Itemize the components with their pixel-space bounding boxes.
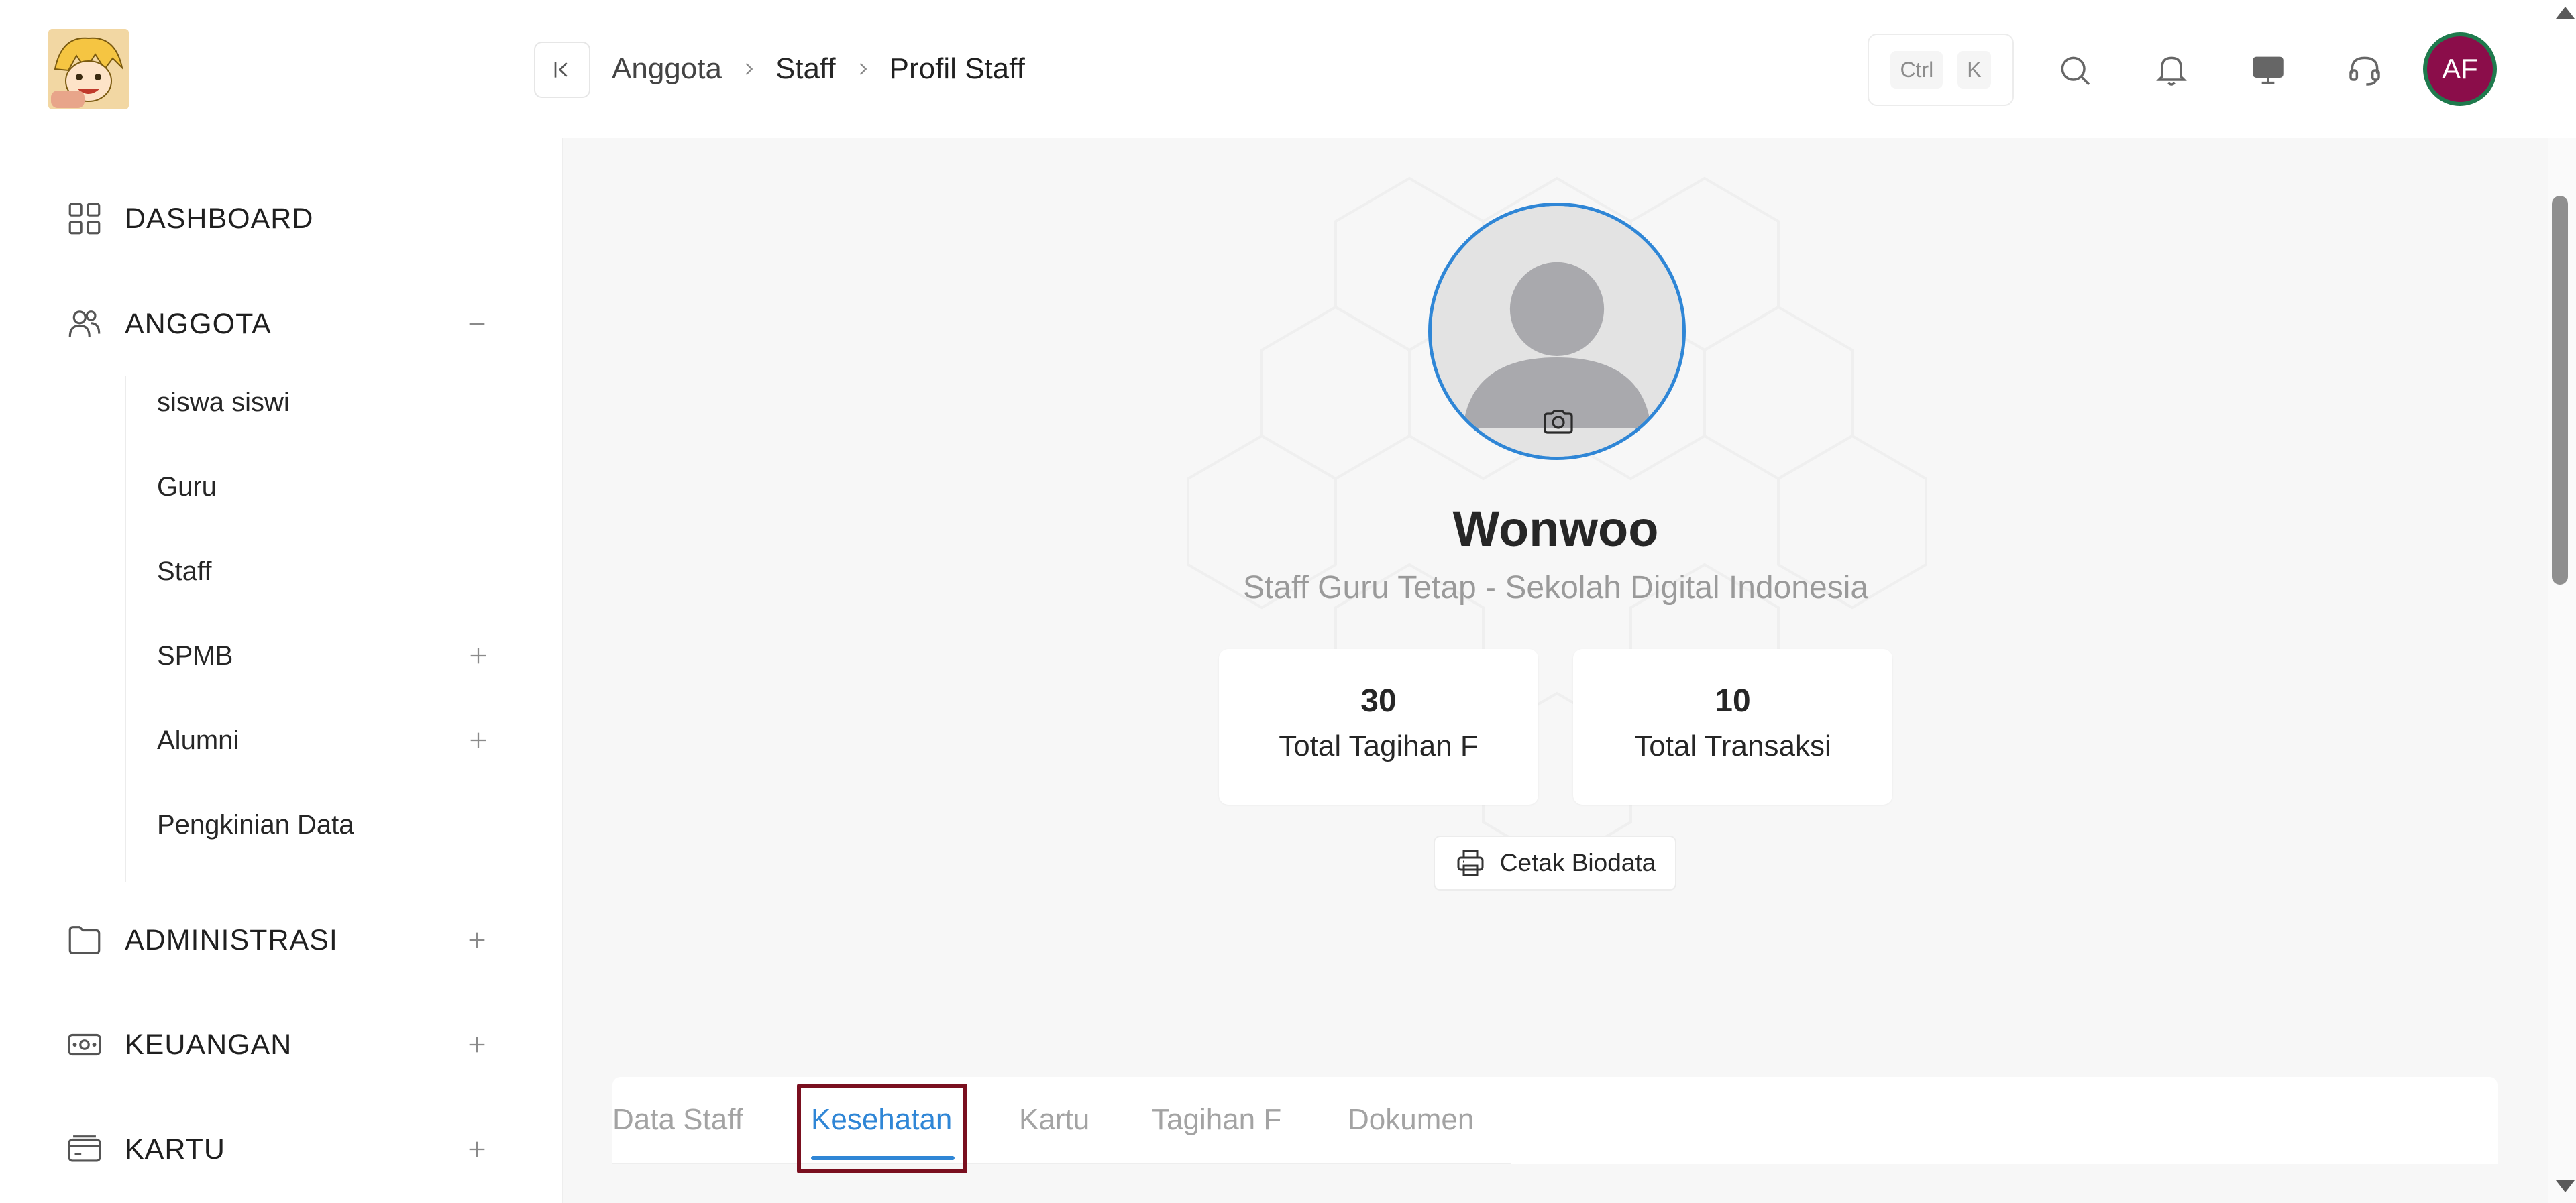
users-icon (64, 304, 105, 344)
user-avatar[interactable]: AF (2423, 32, 2497, 106)
subnav-item-label: siswa siswi (157, 387, 290, 417)
card-icon (64, 1129, 105, 1169)
money-icon (64, 1025, 105, 1065)
tabs-divider (612, 1163, 1511, 1164)
subnav-item-staff[interactable]: Staff (157, 545, 495, 598)
anime-logo-icon (48, 29, 129, 109)
anggota-submenu: siswa siswi Guru Staff SPMB Alumni Pengk… (125, 376, 494, 882)
stat-label: Total Transaksi (1634, 730, 1831, 762)
breadcrumb-anggota[interactable]: Anggota (612, 52, 722, 86)
tab-kesehatan[interactable]: Kesehatan (811, 1077, 952, 1163)
breadcrumb-staff[interactable]: Staff (775, 52, 836, 86)
scroll-down-arrow-icon[interactable] (2556, 1180, 2575, 1192)
nav-anggota-label: ANGGOTA (125, 307, 272, 340)
folder-icon (64, 920, 105, 960)
breadcrumb: Anggota Staff Profil Staff (612, 47, 1025, 91)
nav-anggota[interactable]: ANGGOTA (64, 297, 494, 351)
display-button[interactable] (2238, 40, 2298, 101)
nav-kartu[interactable]: KARTU (64, 1123, 494, 1176)
stat-card-transaksi[interactable]: 10 Total Transaksi (1573, 649, 1892, 805)
support-button[interactable] (2334, 40, 2395, 101)
tab-tagihan-f[interactable]: Tagihan F (1152, 1077, 1281, 1163)
expand-plus-icon[interactable] (462, 639, 495, 673)
nav-keuangan-label: KEUANGAN (125, 1028, 292, 1061)
subnav-item-siswa[interactable]: siswa siswi (157, 376, 495, 429)
profile-tabs: Data Staff Kesehatan Kartu Tagihan F Dok… (612, 1077, 2498, 1164)
tab-kartu[interactable]: Kartu (1019, 1077, 1089, 1163)
subnav-item-label: Alumni (157, 725, 239, 755)
expand-plus-icon[interactable] (460, 1133, 494, 1166)
kbd-k: K (1957, 51, 1991, 89)
expand-plus-icon[interactable] (460, 1028, 494, 1062)
notifications-button[interactable] (2141, 40, 2202, 101)
nav-keuangan[interactable]: KEUANGAN (64, 1018, 494, 1072)
nav-administrasi-label: ADMINISTRASI (125, 923, 338, 956)
stat-card-tagihan[interactable]: 30 Total Tagihan F (1219, 649, 1538, 805)
main-content: Wonwoo Staff Guru Tetap - Sekolah Digita… (562, 138, 2548, 1203)
printer-icon (1457, 850, 1484, 876)
stat-label: Total Tagihan F (1279, 730, 1479, 762)
kbd-ctrl: Ctrl (1890, 51, 1943, 89)
scroll-up-arrow-icon[interactable] (2556, 7, 2575, 19)
search-icon (2061, 56, 2090, 86)
tab-dokumen[interactable]: Dokumen (1348, 1077, 1474, 1163)
subnav-item-pengkinian[interactable]: Pengkinian Data (157, 798, 495, 852)
chevron-right-icon (739, 60, 758, 78)
chevron-right-icon (853, 60, 872, 78)
print-biodata-button[interactable]: Cetak Biodata (1434, 836, 1676, 891)
profile-subtitle: Staff Guru Tetap - Sekolah Digital Indon… (1242, 570, 1869, 606)
profile-name: Wonwoo (1452, 501, 1659, 557)
stat-value: 10 (1715, 683, 1751, 719)
app-logo[interactable] (48, 29, 129, 109)
subnav-item-label: Pengkinian Data (157, 809, 354, 840)
collapse-sidebar-button[interactable] (534, 42, 590, 98)
breadcrumb-profil-staff: Profil Staff (889, 52, 1025, 85)
stat-value: 30 (1360, 683, 1397, 719)
nav-administrasi[interactable]: ADMINISTRASI (64, 913, 494, 967)
profile-photo[interactable] (1428, 203, 1686, 460)
subnav-item-guru[interactable]: Guru (157, 460, 495, 514)
expand-plus-icon[interactable] (462, 724, 495, 757)
subnav-item-spmb[interactable]: SPMB (157, 629, 495, 683)
scrollbar-thumb[interactable] (2552, 196, 2568, 585)
headset-icon (2349, 56, 2380, 86)
nav-kartu-label: KARTU (125, 1133, 225, 1165)
bell-icon (2156, 56, 2187, 86)
search-button[interactable] (2045, 40, 2105, 101)
nav-dashboard-label: DASHBOARD (125, 202, 314, 235)
camera-icon[interactable] (1540, 407, 1576, 437)
active-tab-indicator (811, 1156, 955, 1160)
tab-data-staff[interactable]: Data Staff (612, 1077, 743, 1163)
print-biodata-label: Cetak Biodata (1499, 849, 1656, 876)
subnav-item-label: SPMB (157, 640, 233, 671)
command-palette-shortcut[interactable]: Ctrl K (1868, 34, 2014, 106)
subnav-item-alumni[interactable]: Alumni (157, 713, 495, 767)
collapse-left-icon (554, 62, 568, 78)
dashboard-icon (64, 198, 105, 239)
sidebar: DASHBOARD ANGGOTA siswa siswi Guru Staff… (0, 0, 562, 1203)
subnav-item-label: Staff (157, 556, 212, 586)
collapse-minus-icon[interactable] (460, 307, 494, 341)
expand-plus-icon[interactable] (460, 923, 494, 957)
avatar-initials: AF (2442, 53, 2478, 84)
subnav-item-label: Guru (157, 471, 217, 502)
monitor-icon (2253, 56, 2284, 84)
nav-dashboard[interactable]: DASHBOARD (64, 192, 494, 245)
